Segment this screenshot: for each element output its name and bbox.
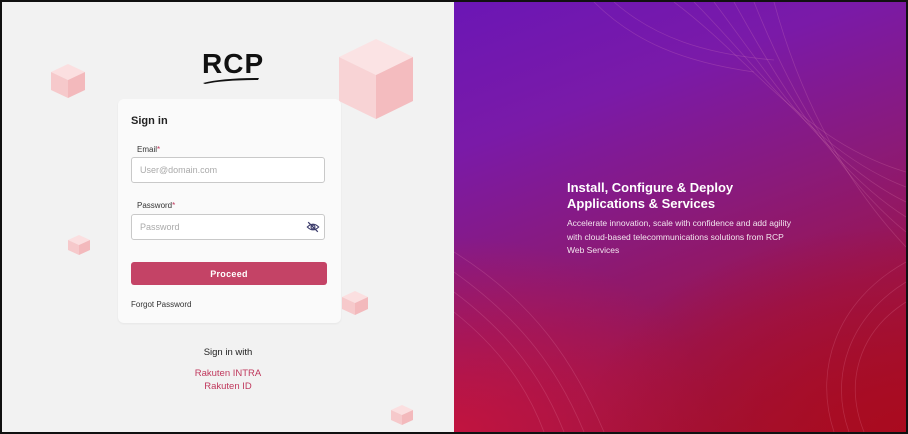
decorative-cube-icon	[51, 64, 85, 98]
hero-subtitle: Accelerate innovation, scale with confid…	[567, 218, 791, 255]
decorative-cube-icon	[339, 39, 413, 119]
logo-text: RCP	[202, 48, 265, 79]
hero-title: Install, Configure & Deploy Applications…	[567, 180, 734, 211]
page-frame: RCP Sign in Email* Password* Proceed For…	[0, 0, 908, 434]
login-panel: RCP Sign in Email* Password* Proceed For…	[2, 2, 454, 432]
password-field[interactable]	[131, 214, 325, 240]
proceed-button[interactable]: Proceed	[131, 262, 327, 285]
signin-title: Sign in	[131, 115, 168, 127]
rcp-logo: RCP	[202, 48, 265, 84]
decorative-cube-icon	[391, 405, 413, 425]
email-field[interactable]	[131, 157, 325, 183]
sso-rakuten-id-link[interactable]: Rakuten ID	[2, 381, 454, 392]
password-label: Password*	[137, 201, 176, 210]
signin-card: Sign in Email* Password* Proceed Forgot …	[118, 99, 341, 323]
eye-off-icon[interactable]	[306, 220, 320, 234]
decorative-cube-icon	[342, 291, 368, 315]
email-label: Email*	[137, 145, 161, 154]
decorative-cube-icon	[68, 235, 90, 255]
logo-swoosh-icon	[203, 78, 259, 84]
forgot-password-link[interactable]: Forgot Password	[131, 300, 191, 309]
sso-rakuten-intra-link[interactable]: Rakuten INTRA	[2, 368, 454, 379]
sso-heading: Sign in with	[203, 347, 253, 358]
